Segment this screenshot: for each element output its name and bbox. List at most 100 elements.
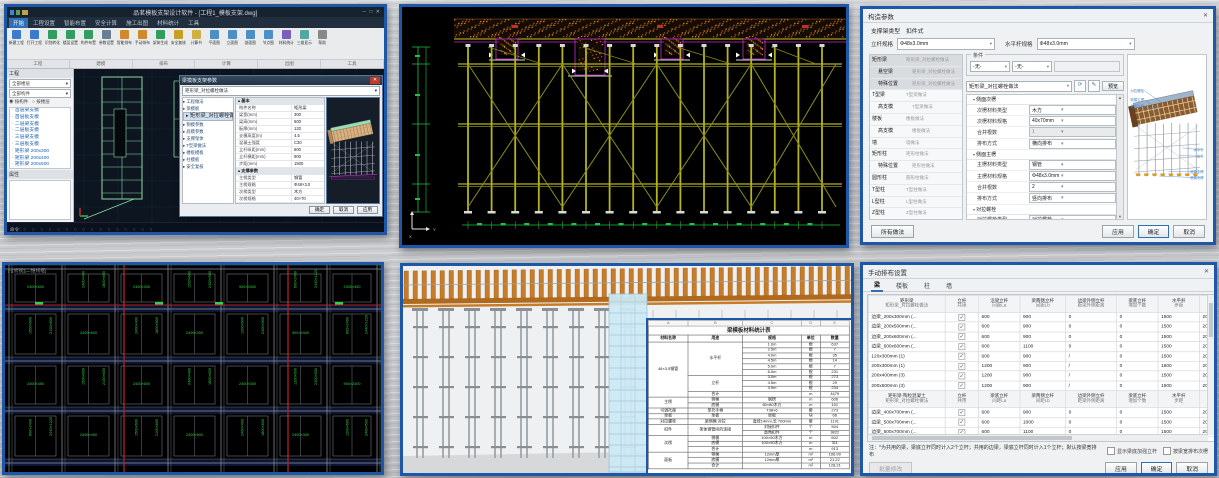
ribbon-button[interactable]: 识别转化 — [44, 29, 61, 46]
dialog-button[interactable]: 确定 — [309, 206, 330, 214]
table-row[interactable]: 200x300mm (1)✓1200900/015002002 — [868, 361, 1215, 371]
ribbon-button[interactable]: 新建工程 — [8, 29, 25, 46]
prop-row[interactable]: 梁高(mm)600 — [236, 119, 324, 126]
shared-pole-checkbox[interactable]: ✓ — [958, 333, 965, 340]
category-tab[interactable]: 梁 — [871, 279, 883, 292]
dialog-button[interactable]: 取消 — [333, 206, 354, 214]
tree-item[interactable]: ▸ 梁模板 — [183, 105, 233, 112]
checkbox-1[interactable]: 显示梁底加强立杆 — [1107, 447, 1157, 455]
floor-select[interactable]: 全部楼层▾ — [9, 79, 71, 88]
prop-row[interactable]: 次楞规格40×70 — [236, 196, 324, 203]
method-list-item[interactable]: 高支模T型梁做法 — [870, 102, 962, 114]
table-row[interactable]: 200x400mm (3)✓1200900/015002002 — [868, 371, 1215, 381]
method-list-item[interactable]: 圆形柱圆形柱做法 — [870, 173, 962, 185]
method-list-item[interactable]: 高支模楼板做法 — [870, 126, 962, 138]
prop-row[interactable]: 主楞材料规格Φ48x3.0mm▾ — [967, 171, 1123, 182]
prop-row[interactable]: 板厚(mm)120 — [236, 126, 324, 133]
scrollbar[interactable]: ▲▼ — [1116, 95, 1123, 219]
batch-edit-button[interactable]: 批量修改 — [869, 462, 912, 475]
prop-row[interactable]: 次楞材料类型木方▾ — [967, 105, 1123, 116]
prop-row[interactable]: 支模高度(m)4.5 — [236, 133, 324, 140]
cancel-button[interactable]: 取消 — [1176, 462, 1208, 475]
list-item[interactable]: · 三层梁支模 — [10, 135, 70, 142]
method-list-item[interactable]: 特殊位置矩形梁_对拉螺栓做法 — [870, 79, 962, 91]
list-item[interactable]: · 矩形梁 200x500 — [10, 162, 70, 169]
method-list-item[interactable]: 矩形梁矩形梁_对拉螺栓做法 — [870, 55, 962, 67]
prop-row[interactable]: 梁宽(mm)300 — [236, 112, 324, 119]
close-icon[interactable]: ✕ — [1203, 12, 1208, 19]
horiz-spec-select[interactable]: Φ48x3.0mm▾ — [1037, 38, 1135, 50]
ribbon-button[interactable]: 参数设置 — [98, 29, 115, 46]
list-item[interactable]: · 首层梁支模 — [10, 108, 70, 115]
shared-pole-checkbox[interactable]: ✓ — [958, 314, 965, 321]
table-row[interactable]: 边梁_200x600mm (...✓6009000015002002 — [868, 332, 1215, 342]
ribbon-button[interactable]: 构件布置 — [80, 29, 97, 46]
tree-item[interactable]: ▸ T型梁做法 — [183, 142, 233, 149]
apply-button[interactable]: 应用 — [1102, 225, 1134, 238]
ribbon-button[interactable]: 架体生成 — [152, 29, 169, 46]
prop-row[interactable]: 排布方式横向排布▾ — [967, 139, 1123, 150]
checkbox-2[interactable]: 按梁宽排布次楞 — [1163, 447, 1208, 455]
dialog-button[interactable]: 应用 — [357, 206, 378, 214]
table-row[interactable]: 边梁_500x700mm (...✓60010000015002002 — [868, 417, 1215, 427]
pole-spec-select[interactable]: Φ48x3.0mm▾ — [897, 38, 995, 50]
tree-item[interactable]: ▸ 底模参数 — [183, 128, 233, 135]
method-list-item[interactable]: 悬空梁矩形梁_对拉螺栓做法 — [870, 67, 962, 79]
close-icon[interactable]: ✕ — [370, 77, 380, 84]
panel-elevation-drawing[interactable]: YX — [399, 4, 849, 248]
method-combo[interactable]: 矩形梁_对拉螺栓做法▾ — [966, 81, 1072, 92]
list-item[interactable]: · 矩形梁 200x300 — [10, 149, 70, 156]
ok-button[interactable]: 确定 — [1138, 225, 1170, 238]
ribbon-button[interactable]: 平面图 — [206, 29, 223, 46]
condition-select-1[interactable]: -无-▾ — [970, 61, 1010, 72]
shared-pole-checkbox[interactable]: ✓ — [958, 324, 965, 331]
cad-viewport[interactable]: 梁模板支架参数 ✕ 矩形梁_对拉螺栓做法▾ ▸ 工程做法 ▸ 梁模板 ▸ 矩形梁… — [74, 69, 384, 222]
list-item[interactable]: · 首层板支模 — [10, 115, 70, 122]
prop-row[interactable]: 合并根数1▾ — [967, 127, 1123, 138]
window-controls[interactable]: ─ □ ✕ — [362, 9, 381, 15]
ribbon-button[interactable]: 剖面图 — [242, 29, 259, 46]
prop-row[interactable]: 主楞规格Φ48×3.0 — [236, 182, 324, 189]
cancel-button[interactable]: 取消 — [1173, 225, 1205, 238]
method-list-item[interactable]: Z型柱Z型柱做法 — [870, 208, 962, 220]
tree-item[interactable]: ▸ 支撑架体 — [183, 135, 233, 142]
ribbon-button[interactable]: 智能排布 — [116, 29, 133, 46]
apply-button[interactable]: 应用 — [1105, 462, 1137, 475]
table-row[interactable]: 边梁_200x300mm (...✓6009000015002002 — [868, 312, 1215, 322]
shared-pole-checkbox[interactable]: ✓ — [958, 419, 965, 426]
method-list-item[interactable]: 特殊位置矩形柱做法 — [870, 161, 962, 173]
panel-plan-drawing[interactable]: 2400×6002400×4001800×6002400×3001200×600… — [2, 262, 384, 475]
prop-row[interactable]: 合并根数2▾ — [967, 182, 1123, 193]
ribbon-button[interactable]: 计算书 — [188, 29, 205, 46]
ribbon-button[interactable]: 安全复核 — [170, 29, 187, 46]
prop-row[interactable]: 对拉螺栓类型对拉螺栓▾ — [967, 215, 1123, 221]
ribbon-button[interactable]: 材料统计 — [278, 29, 295, 46]
ribbon-button[interactable]: 三维显示 — [296, 29, 313, 46]
method-combo[interactable]: 矩形梁_对拉螺栓做法▾ — [182, 86, 380, 96]
dialog-tree[interactable]: ▸ 工程做法 ▸ 梁模板 ▸ 矩形梁_对拉螺栓做法 ▸ 侧模参数 ▸ 底模参数 … — [182, 97, 234, 204]
shared-pole-checkbox[interactable]: ✓ — [958, 353, 965, 360]
panel-3d-view[interactable]: ABCDE梁模板材料统计表材料名称用途规格单位数量48×3.5钢管水平杆1.0m… — [400, 263, 854, 476]
v-scrollbar[interactable] — [1207, 295, 1214, 435]
list-item[interactable]: · 三层板支模 — [10, 142, 70, 149]
tree-item[interactable]: ▸ 安全复核 — [183, 163, 233, 170]
prop-row[interactable]: 主楞类型钢管 — [236, 175, 324, 182]
preview-button[interactable]: 预览 — [1102, 81, 1124, 91]
method-list-item[interactable]: 墙墙做法 — [870, 138, 962, 150]
ribbon-button[interactable]: 打开工程 — [26, 29, 43, 46]
ribbon-button[interactable]: 立面图 — [224, 29, 241, 46]
component-list[interactable]: · 首层梁支模· 首层板支模· 二层梁支模· 二层板支模· 三层梁支模· 三层板… — [9, 107, 71, 169]
ribbon-button[interactable]: 楼层设置 — [62, 29, 79, 46]
condition-input[interactable] — [1054, 61, 1120, 72]
filter-radios[interactable]: ◉ 按构件○ 按楼层 — [7, 98, 73, 106]
method-list-item[interactable]: T型柱T型柱做法 — [870, 185, 962, 197]
ribbon-tab[interactable]: 开始 — [9, 18, 28, 28]
tree-item[interactable]: ▸ 工程做法 — [183, 98, 233, 105]
ribbon-tab[interactable]: 施工出图 — [122, 18, 152, 28]
all-methods-button[interactable]: 所有做法 — [871, 225, 914, 238]
prop-row[interactable]: 混凝土强度C30 — [236, 140, 324, 147]
tree-item[interactable]: ▸ 楼板模板 — [183, 149, 233, 156]
shared-pole-checkbox[interactable]: ✓ — [958, 343, 965, 350]
dialog-property-grid[interactable]: ▴ 基本构件名称矩形梁梁宽(mm)300梁高(mm)600板厚(mm)120支模… — [235, 97, 325, 204]
h-scrollbar[interactable] — [868, 434, 1208, 441]
